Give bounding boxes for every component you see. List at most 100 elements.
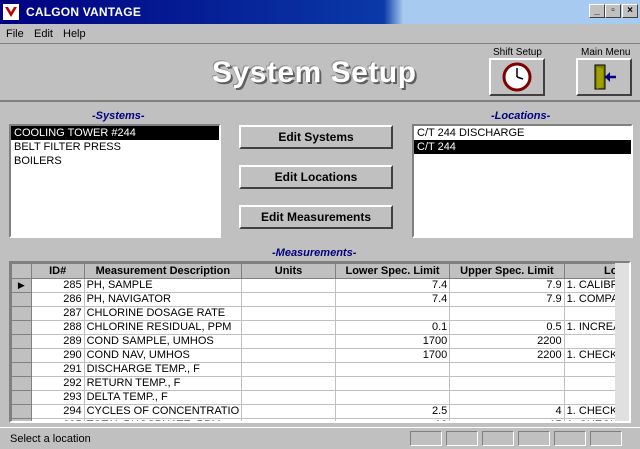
cell-description[interactable]: DELTA TEMP., F (83, 390, 243, 405)
cell-units[interactable] (241, 376, 336, 391)
cell-units[interactable] (241, 278, 336, 293)
table-row[interactable]: 293 DELTA TEMP., F (11, 390, 629, 405)
table-row[interactable]: 287 CHLORINE DOSAGE RATE (11, 306, 629, 321)
cell-description[interactable]: TOTAL PHOSPHATE, PPM (83, 418, 243, 421)
vertical-scrollbar[interactable] (615, 263, 629, 421)
cell-id[interactable]: 295 (30, 418, 85, 421)
cell-lower-limit[interactable] (334, 306, 451, 321)
row-selector[interactable] (11, 404, 32, 419)
cell-units[interactable] (241, 390, 336, 405)
edit-systems-button[interactable]: Edit Systems (239, 125, 393, 149)
cell-units[interactable] (241, 334, 336, 349)
close-button[interactable]: × (622, 4, 638, 18)
row-selector[interactable] (11, 362, 32, 377)
menu-help[interactable]: Help (63, 28, 86, 40)
cell-description[interactable]: PH, SAMPLE (83, 278, 243, 293)
cell-units[interactable] (241, 404, 336, 419)
cell-id[interactable]: 290 (30, 348, 85, 363)
cell-id[interactable]: 288 (30, 320, 85, 335)
cell-units[interactable] (241, 292, 336, 307)
cell-lower-limit[interactable]: 0.1 (334, 320, 451, 335)
cell-upper-limit[interactable] (449, 376, 565, 391)
cell-lower-limit[interactable]: 2.5 (334, 404, 451, 419)
cell-id[interactable]: 291 (30, 362, 85, 377)
table-row[interactable]: 288 CHLORINE RESIDUAL, PPM 0.1 0.5 1. INCREA (11, 320, 629, 335)
locations-list[interactable]: C/T 244 DISCHARGE C/T 244 (412, 124, 633, 238)
cell-id[interactable]: 287 (30, 306, 85, 321)
row-selector[interactable]: ▶ (11, 278, 32, 293)
maximize-button[interactable]: ▫ (605, 4, 621, 18)
minimize-button[interactable]: _ (589, 4, 605, 18)
location-item-discharge[interactable]: C/T 244 DISCHARGE (414, 126, 631, 140)
table-row[interactable]: 292 RETURN TEMP., F (11, 376, 629, 391)
cell-units[interactable] (241, 348, 336, 363)
table-row[interactable]: 289 COND SAMPLE, UMHOS 1700 2200 (11, 334, 629, 349)
column-header-id[interactable]: ID# (30, 263, 85, 279)
cell-id[interactable]: 289 (30, 334, 85, 349)
row-selector[interactable] (11, 390, 32, 405)
table-row[interactable]: 286 PH, NAVIGATOR 7.4 7.9 1. COMPAI (11, 292, 629, 307)
table-row[interactable]: ▶ 285 PH, SAMPLE 7.4 7.9 1. CALIBRA (11, 278, 629, 293)
menu-file[interactable]: File (6, 28, 24, 40)
menu-edit[interactable]: Edit (34, 28, 53, 40)
row-selector[interactable] (11, 418, 32, 421)
cell-lower-limit[interactable] (334, 390, 451, 405)
cell-upper-limit[interactable]: 4 (449, 404, 565, 419)
cell-description[interactable]: COND SAMPLE, UMHOS (83, 334, 243, 349)
cell-upper-limit[interactable]: 7.9 (449, 278, 565, 293)
cell-description[interactable]: DISCHARGE TEMP., F (83, 362, 243, 377)
cell-upper-limit[interactable]: 2200 (449, 348, 565, 363)
column-header-lower-limit[interactable]: Lower Spec. Limit (334, 263, 451, 279)
row-selector[interactable] (11, 292, 32, 307)
cell-units[interactable] (241, 306, 336, 321)
cell-description[interactable]: RETURN TEMP., F (83, 376, 243, 391)
row-selector[interactable] (11, 334, 32, 349)
cell-upper-limit[interactable] (449, 306, 565, 321)
cell-units[interactable] (241, 320, 336, 335)
cell-units[interactable] (241, 362, 336, 377)
edit-measurements-button[interactable]: Edit Measurements (239, 205, 393, 229)
cell-lower-limit[interactable]: 7.4 (334, 278, 451, 293)
location-item-ct-244[interactable]: C/T 244 (414, 140, 631, 154)
cell-description[interactable]: CHLORINE RESIDUAL, PPM (83, 320, 243, 335)
table-row[interactable]: 294 CYCLES OF CONCENTRATIO 2.5 4 1. CHECK (11, 404, 629, 419)
shift-setup-button[interactable] (489, 58, 545, 96)
cell-lower-limit[interactable] (334, 376, 451, 391)
cell-upper-limit[interactable] (449, 390, 565, 405)
system-item-boilers[interactable]: BOILERS (11, 154, 219, 168)
row-selector[interactable] (11, 320, 32, 335)
cell-description[interactable]: COND NAV, UMHOS (83, 348, 243, 363)
cell-id[interactable]: 292 (30, 376, 85, 391)
system-item-belt-filter-press[interactable]: BELT FILTER PRESS (11, 140, 219, 154)
cell-description[interactable]: CHLORINE DOSAGE RATE (83, 306, 243, 321)
cell-units[interactable] (241, 418, 336, 421)
cell-lower-limit[interactable] (334, 362, 451, 377)
edit-locations-button[interactable]: Edit Locations (239, 165, 393, 189)
main-menu-button[interactable] (576, 58, 632, 96)
cell-upper-limit[interactable]: 2200 (449, 334, 565, 349)
cell-upper-limit[interactable] (449, 362, 565, 377)
cell-description[interactable]: CYCLES OF CONCENTRATIO (83, 404, 243, 419)
cell-id[interactable]: 286 (30, 292, 85, 307)
system-item-cooling-tower[interactable]: COOLING TOWER #244 (11, 126, 219, 140)
cell-id[interactable]: 294 (30, 404, 85, 419)
column-header-description[interactable]: Measurement Description (83, 263, 243, 279)
table-row[interactable]: 290 COND NAV, UMHOS 1700 2200 1. CHECK (11, 348, 629, 363)
cell-lower-limit[interactable]: 1700 (334, 348, 451, 363)
table-row[interactable]: 295TOTAL PHOSPHATE, PPM12151. CHECK (11, 418, 629, 421)
row-selector[interactable] (11, 348, 32, 363)
table-row[interactable]: 291 DISCHARGE TEMP., F (11, 362, 629, 377)
row-selector[interactable] (11, 306, 32, 321)
column-header-upper-limit[interactable]: Upper Spec. Limit (449, 263, 565, 279)
row-selector[interactable] (11, 376, 32, 391)
cell-lower-limit[interactable]: 12 (334, 418, 451, 421)
measurements-grid[interactable]: ID# Measurement Description Units Lower … (9, 261, 631, 423)
cell-upper-limit[interactable]: 15 (449, 418, 565, 421)
systems-list[interactable]: COOLING TOWER #244 BELT FILTER PRESS BOI… (9, 124, 221, 238)
cell-lower-limit[interactable]: 7.4 (334, 292, 451, 307)
column-header-units[interactable]: Units (241, 263, 336, 279)
cell-id[interactable]: 293 (30, 390, 85, 405)
cell-lower-limit[interactable]: 1700 (334, 334, 451, 349)
cell-id[interactable]: 285 (30, 278, 85, 293)
cell-description[interactable]: PH, NAVIGATOR (83, 292, 243, 307)
